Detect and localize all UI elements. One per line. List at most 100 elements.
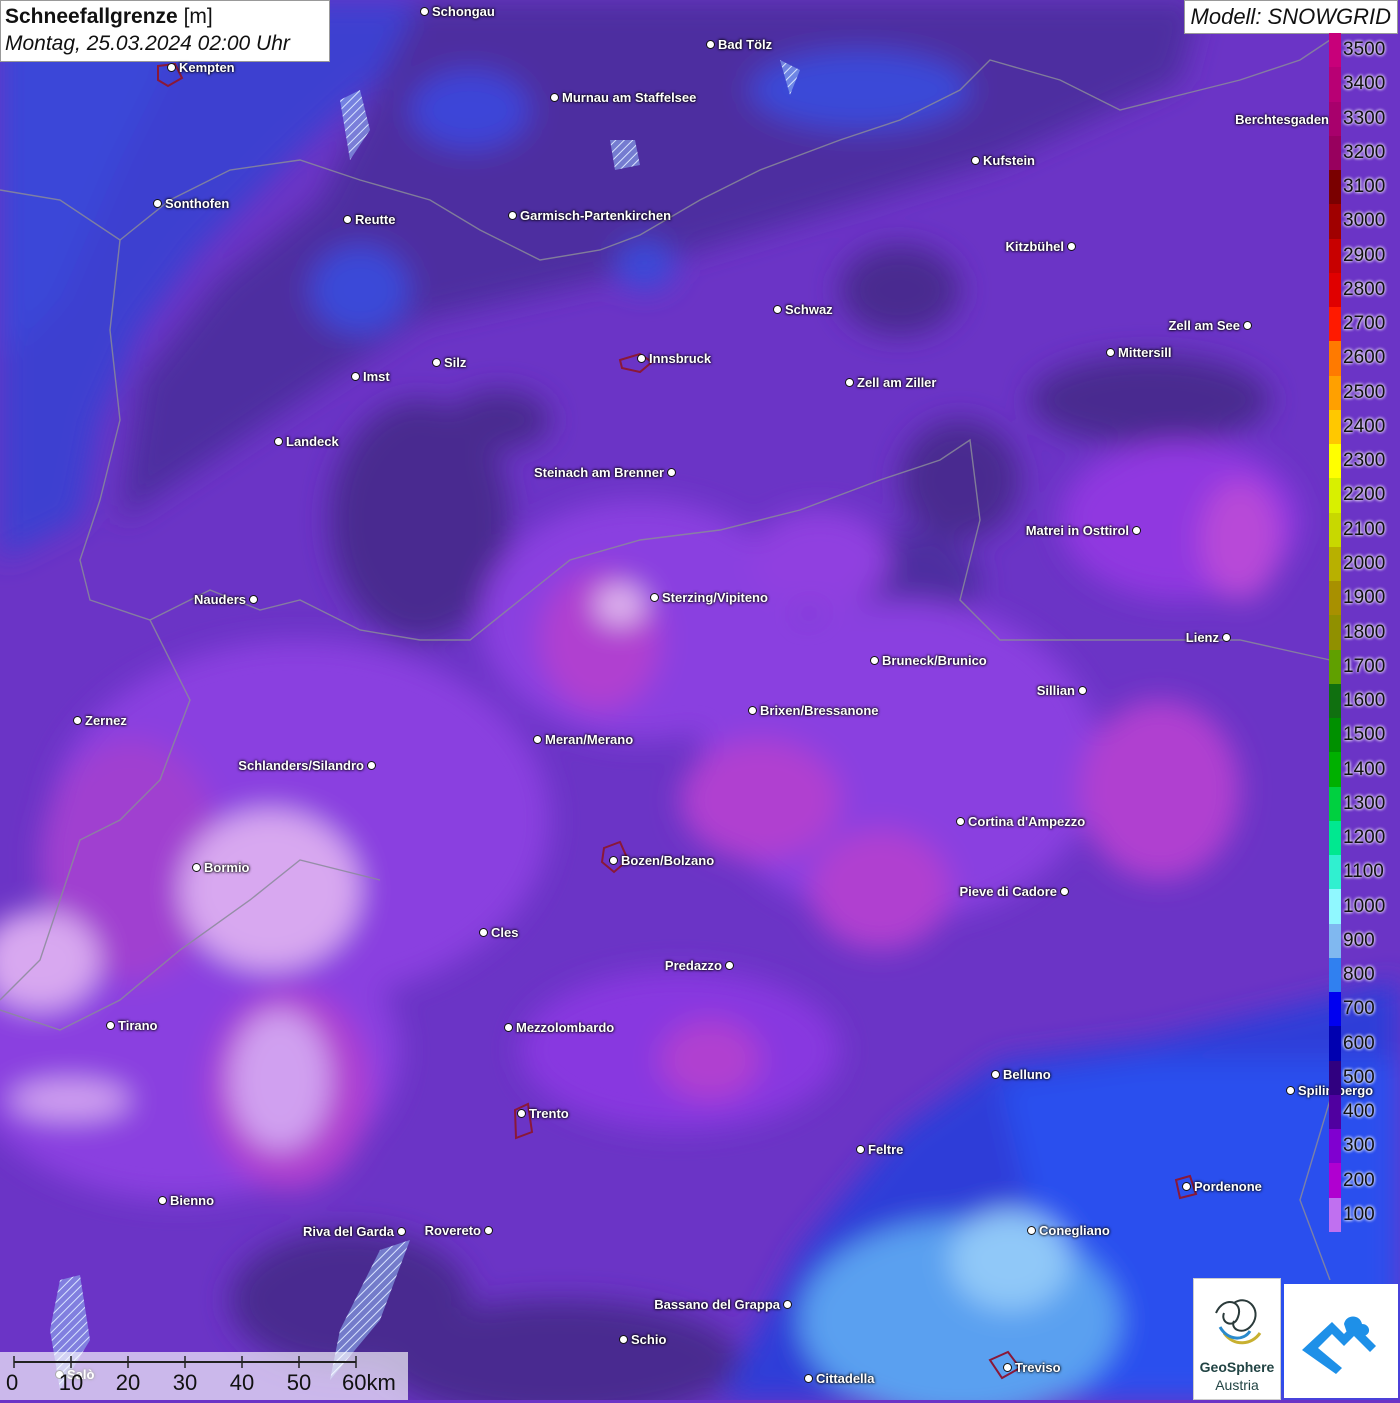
city-marker: Bozen/Bolzano <box>609 853 714 868</box>
app-logo[interactable] <box>1284 1284 1398 1398</box>
city-label: Silz <box>444 355 467 370</box>
city-dot-icon <box>192 863 201 872</box>
legend-swatch <box>1329 923 1341 959</box>
geosphere-logo[interactable]: GeoSphere Austria <box>1193 1278 1281 1400</box>
city-label: Cortina d'Ampezzo <box>968 814 1086 829</box>
city-label: Bozen/Bolzano <box>621 853 715 868</box>
city-dot-icon <box>533 735 542 744</box>
city-dot-icon <box>508 211 517 220</box>
legend-swatch <box>1329 512 1341 548</box>
color-legend: 3500 3400 3300 3200 3100 3000 2900 2800 2700 2600… <box>1329 33 1399 1233</box>
city-dot-icon <box>956 817 965 826</box>
legend-swatch <box>1329 1163 1341 1199</box>
legend-label: 900 <box>1343 929 1375 951</box>
city-label: Mittersill <box>1118 345 1172 360</box>
legend-label: 2700 <box>1343 313 1386 335</box>
city-label: Predazzo <box>664 958 722 973</box>
city-marker: Predazzo <box>665 958 734 973</box>
legend-label: 2400 <box>1343 415 1386 437</box>
city-marker: Innsbruck <box>637 351 711 366</box>
city-dot-icon <box>1003 1363 1012 1372</box>
legend-label: 3400 <box>1343 73 1386 95</box>
city-label: Berchtesgaden <box>1235 112 1329 127</box>
legend-swatch <box>1329 718 1341 753</box>
city-dot-icon <box>367 761 376 770</box>
city-label: Zell am See <box>1168 318 1240 333</box>
scale-tick-label: 40 <box>229 1370 255 1395</box>
app-logo-icon <box>1302 1316 1376 1374</box>
legend-swatch <box>1329 101 1341 137</box>
legend-label: 400 <box>1343 1101 1375 1123</box>
city-marker: Zell am See <box>1168 318 1252 333</box>
map-title-box: Schneefallgrenze [m] Montag, 25.03.2024 … <box>0 0 330 62</box>
city-marker: Kempten <box>167 60 235 75</box>
city-dot-icon <box>783 1300 792 1309</box>
legend-swatch <box>1329 33 1341 68</box>
city-label: Belluno <box>1003 1067 1051 1082</box>
city-label: Bad Tölz <box>718 37 773 52</box>
city-dot-icon <box>845 378 854 387</box>
legend-swatch <box>1329 546 1341 582</box>
legend-swatch <box>1329 683 1341 719</box>
city-marker: Murnau am Staffelsee <box>550 90 696 105</box>
city-marker: Pieve di Cadore <box>959 884 1069 899</box>
legend-label: 200 <box>1343 1169 1375 1191</box>
city-marker: Mittersill <box>1106 345 1171 360</box>
city-label: Zernez <box>85 713 127 728</box>
city-label: Cittadella <box>816 1371 875 1386</box>
city-marker: Kufstein <box>971 153 1035 168</box>
city-marker: Landeck <box>274 434 339 449</box>
scale-tick-label: 30 <box>172 1370 198 1395</box>
legend-swatch <box>1329 135 1341 171</box>
city-label: Landeck <box>286 434 339 449</box>
city-dot-icon <box>158 1196 167 1205</box>
city-dot-icon <box>1222 633 1231 642</box>
legend-swatch <box>1329 889 1341 925</box>
geosphere-logo-icon <box>1215 1299 1262 1345</box>
city-dot-icon <box>991 1070 1000 1079</box>
city-label: Kempten <box>179 60 235 75</box>
legend-label: 2500 <box>1343 381 1386 403</box>
scale-tick-label: 10 <box>58 1370 84 1395</box>
legend-label: 3500 <box>1343 39 1386 61</box>
scale-tick-label: 0 <box>6 1370 19 1395</box>
city-label: Riva del Garda <box>302 1224 394 1239</box>
geosphere-logo-line1: GeoSphere <box>1199 1359 1275 1375</box>
city-label: Pieve di Cadore <box>959 884 1057 899</box>
legend-label: 1500 <box>1343 724 1386 746</box>
city-dot-icon <box>619 1335 628 1344</box>
legend-label: 2100 <box>1343 518 1386 540</box>
city-marker: Sillian <box>1037 683 1087 698</box>
city-marker: Feltre <box>856 1142 903 1157</box>
city-label: Sterzing/Vipiteno <box>662 590 768 605</box>
city-label: Nauders <box>193 592 246 607</box>
city-marker: Zernez <box>73 713 127 728</box>
city-dot-icon <box>106 1021 115 1030</box>
geosphere-logo-line2: Austria <box>1215 1377 1259 1393</box>
legend-swatch <box>1329 204 1341 240</box>
city-dot-icon <box>667 468 676 477</box>
legend-swatch <box>1329 272 1341 308</box>
city-label: Sonthofen <box>165 196 230 211</box>
legend-label: 100 <box>1343 1203 1375 1225</box>
city-marker: Bormio <box>192 860 250 875</box>
city-dot-icon <box>706 40 715 49</box>
city-label: Trento <box>529 1106 569 1121</box>
city-marker: Pordenone <box>1182 1179 1262 1194</box>
legend-label: 700 <box>1343 998 1375 1020</box>
city-label: Mezzolombardo <box>516 1020 615 1035</box>
city-marker: Matrei in Osttirol <box>1026 523 1141 538</box>
city-dot-icon <box>1060 887 1069 896</box>
city-dot-icon <box>650 593 659 602</box>
scale-tick-label: 50 <box>286 1370 312 1395</box>
legend-label: 1600 <box>1343 690 1386 711</box>
city-dot-icon <box>1286 1086 1295 1095</box>
legend-label: 3300 <box>1343 107 1386 129</box>
map-title: Schneefallgrenze [m] <box>5 5 213 28</box>
city-label: Imst <box>363 369 390 384</box>
city-label: Garmisch-Partenkirchen <box>520 208 672 223</box>
city-marker: Rovereto <box>425 1223 493 1238</box>
city-label: Cles <box>491 925 519 940</box>
legend-label: 3100 <box>1343 176 1386 198</box>
city-dot-icon <box>609 856 618 865</box>
